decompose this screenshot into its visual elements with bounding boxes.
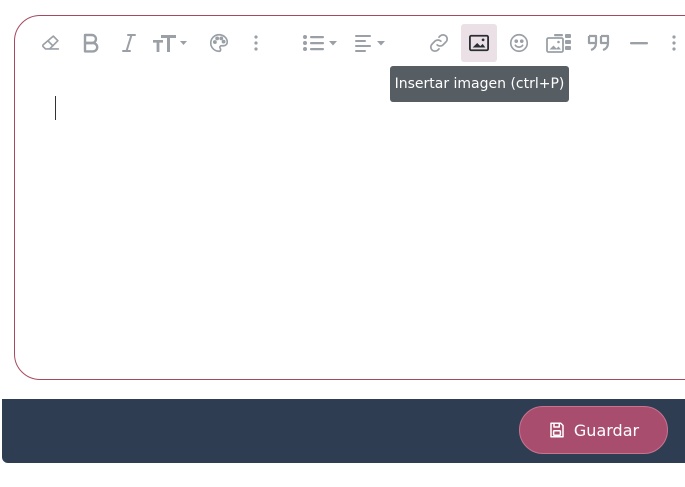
- more-options-icon[interactable]: [249, 24, 263, 62]
- link-icon[interactable]: [425, 24, 453, 62]
- horizontal-rule-icon[interactable]: [627, 24, 651, 62]
- save-icon: [550, 422, 564, 438]
- editor-content[interactable]: [39, 80, 685, 359]
- image-icon[interactable]: [461, 24, 497, 62]
- align-icon[interactable]: [351, 24, 391, 62]
- italic-icon[interactable]: [117, 24, 141, 62]
- bold-icon[interactable]: [79, 24, 103, 62]
- emoji-icon[interactable]: [505, 24, 533, 62]
- gallery-icon[interactable]: [543, 24, 575, 62]
- eraser-icon[interactable]: [37, 24, 65, 62]
- save-button[interactable]: Guardar: [519, 406, 668, 454]
- save-button-label: Guardar: [573, 420, 640, 440]
- more-options-icon-2[interactable]: [667, 24, 681, 62]
- image-tooltip: Insertar imagen (ctrl+P): [390, 66, 569, 102]
- list-icon[interactable]: [301, 24, 341, 62]
- editor-toolbar: [15, 16, 685, 72]
- quote-icon[interactable]: [583, 24, 615, 62]
- text-size-icon[interactable]: [149, 24, 193, 62]
- rich-text-editor[interactable]: [14, 15, 685, 380]
- palette-icon[interactable]: [205, 24, 233, 62]
